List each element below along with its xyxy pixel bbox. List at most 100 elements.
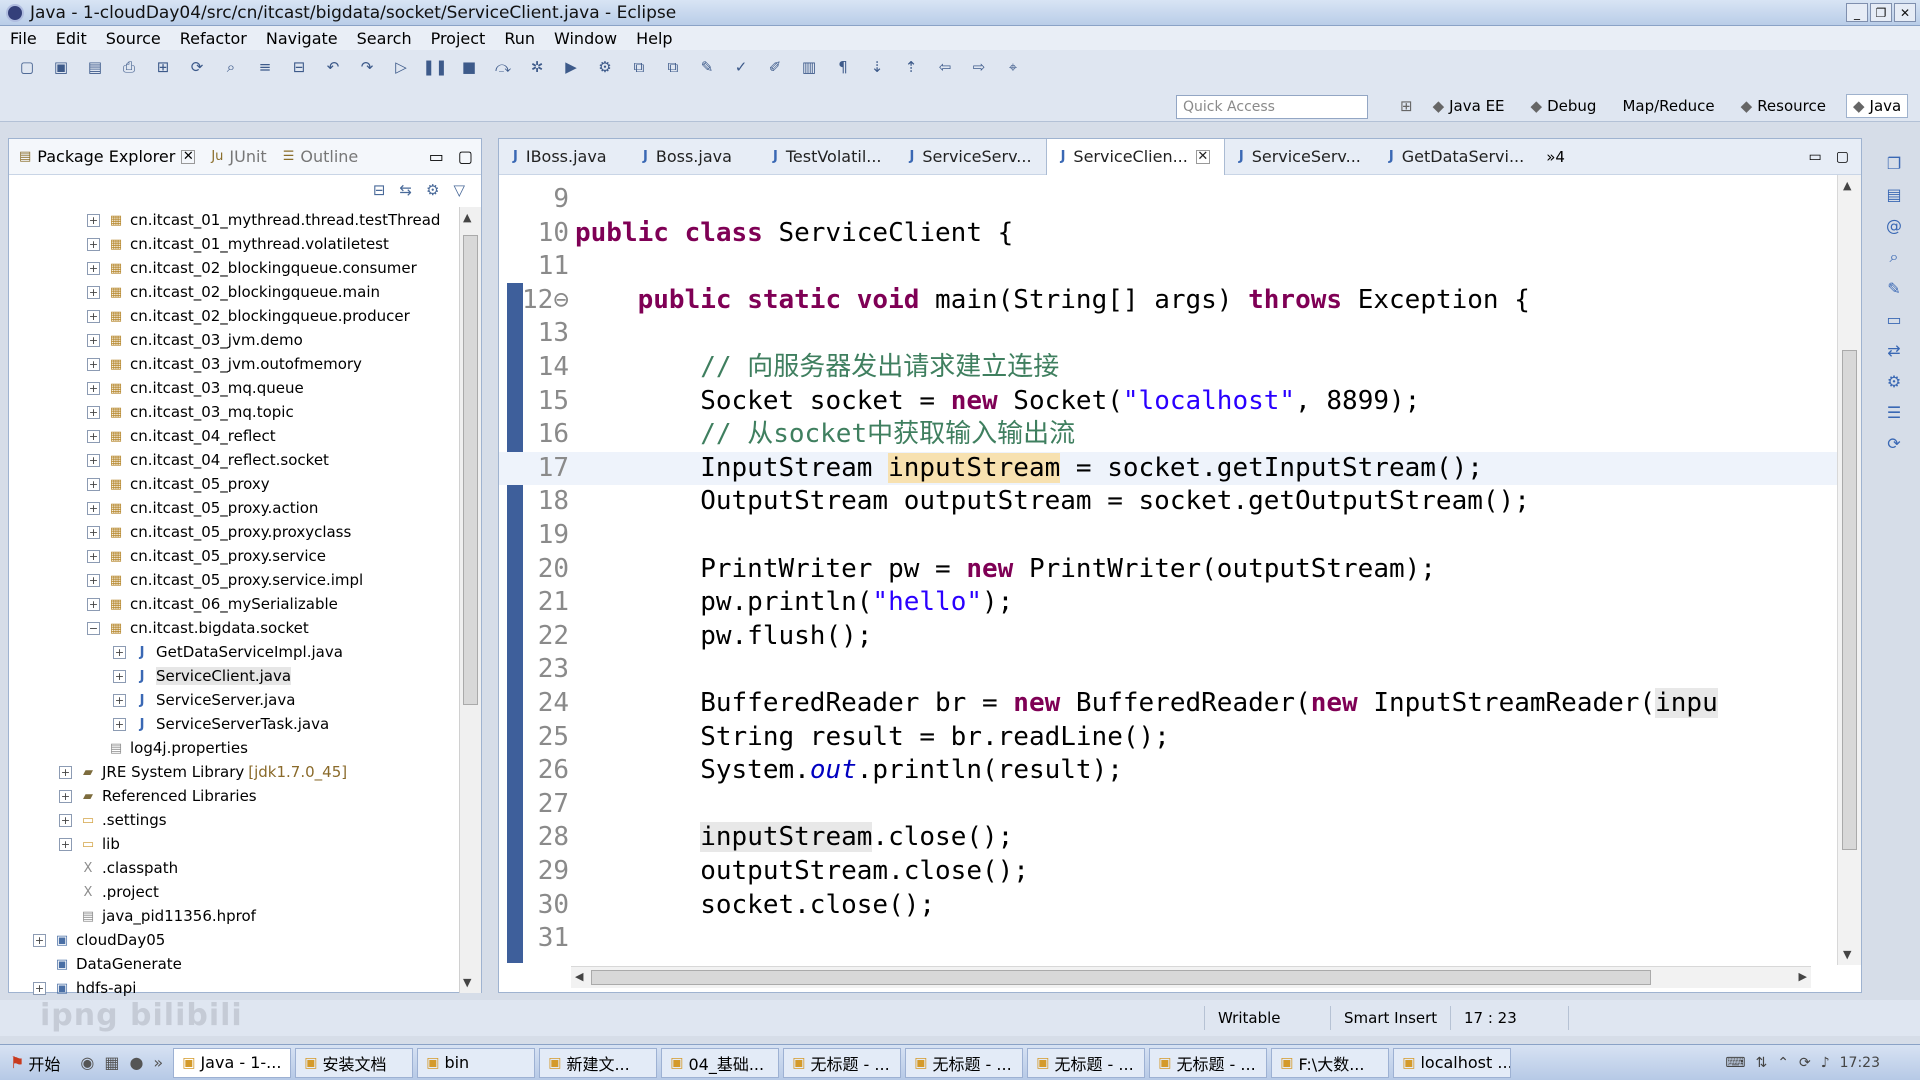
outline-icon[interactable]: ☰ <box>1887 403 1901 422</box>
refresh-icon[interactable]: ⟳ <box>184 56 210 78</box>
save-all-icon[interactable]: ▤ <box>82 56 108 78</box>
restore-icon[interactable]: ❐ <box>1887 154 1901 173</box>
scroll-up-icon[interactable]: ▲ <box>463 211 471 224</box>
tree-item[interactable]: ▤ java_pid11356.hprof <box>59 905 256 927</box>
close-button[interactable]: ✕ <box>1894 3 1916 22</box>
filter-icon[interactable]: ⚙ <box>426 181 439 199</box>
expand-icon[interactable]: + <box>87 357 100 371</box>
editor-tab[interactable]: J ServiceClien... ✕ <box>1045 138 1225 175</box>
taskbar-button[interactable]: ▣ 无标题 - ... <box>1027 1047 1146 1078</box>
editor-horizontal-scrollbar[interactable]: ◀ ▶ <box>571 966 1811 988</box>
code-line[interactable]: 12⊖ public static void main(String[] arg… <box>499 284 1839 317</box>
minimize-icon[interactable]: ▭ <box>1809 149 1822 165</box>
tree-item[interactable]: + ▭ lib <box>59 833 120 855</box>
code-line[interactable]: 13 <box>499 317 1839 350</box>
stop-icon[interactable]: ■ <box>456 56 482 78</box>
menu-item-edit[interactable]: Edit <box>56 29 87 48</box>
tree-item[interactable]: + ▦ cn.itcast_05_proxy.service <box>87 545 326 567</box>
pin-icon[interactable]: ⌖ <box>1000 56 1026 78</box>
resume-icon[interactable]: ▷ <box>388 56 414 78</box>
code-line[interactable]: 19 <box>499 519 1839 552</box>
volume-icon[interactable]: ♪ <box>1821 1055 1830 1071</box>
quick-access-input[interactable]: Quick Access <box>1176 95 1368 119</box>
taskbar-button[interactable]: ▣ 无标题 - ... <box>1149 1047 1268 1078</box>
prev-annotation-icon[interactable]: ⇡ <box>898 56 924 78</box>
taskbar-button[interactable]: ▣ 04_基础... <box>661 1047 780 1078</box>
collapse-icon[interactable]: − <box>87 621 100 635</box>
task-icon[interactable]: ✎ <box>1887 279 1900 298</box>
code-line[interactable]: 15 Socket socket = new Socket("localhost… <box>499 385 1839 418</box>
expand-icon[interactable]: + <box>87 237 100 251</box>
open-type-icon[interactable]: ⧉ <box>626 56 652 78</box>
tree-item[interactable]: + ▭ .settings <box>59 809 167 831</box>
scroll-down-icon[interactable]: ▼ <box>463 976 471 989</box>
scroll-up-icon[interactable]: ▲ <box>1843 179 1851 192</box>
search-icon[interactable]: ⌕ <box>1890 247 1899 267</box>
minimize-button[interactable]: _ <box>1846 3 1868 22</box>
editor-tab[interactable]: J Boss.java <box>629 139 759 175</box>
expand-icon[interactable]: + <box>59 813 72 827</box>
tree-scrollbar[interactable]: ▲ ▼ <box>459 207 481 993</box>
toggle-icon[interactable]: ⊟ <box>286 56 312 78</box>
editor-tab[interactable]: J ServiceServ... <box>896 139 1046 175</box>
tree-item[interactable]: + ▦ cn.itcast_04_reflect <box>87 425 276 447</box>
menu-item-run[interactable]: Run <box>504 29 535 48</box>
tree-item[interactable]: + ▰ Referenced Libraries <box>59 785 257 807</box>
mark-occurrences-icon[interactable]: ✓ <box>728 56 754 78</box>
tray-expand-icon[interactable]: ⌃ <box>1777 1055 1789 1071</box>
network-icon[interactable]: ⇅ <box>1756 1055 1768 1071</box>
editor-tab[interactable]: J ServiceServ... <box>1225 139 1375 175</box>
tree-item[interactable]: + J GetDataServiceImpl.java <box>113 641 343 663</box>
tree-item[interactable]: + ▦ cn.itcast_05_proxy.action <box>87 497 318 519</box>
tree-item[interactable]: + ▦ cn.itcast_06_mySerializable <box>87 593 338 615</box>
menu-item-search[interactable]: Search <box>357 29 412 48</box>
tree-item[interactable]: + ▦ cn.itcast_01_mythread.volatiletest <box>87 233 389 255</box>
taskbar-button[interactable]: ▣ Java - 1-... <box>173 1047 292 1078</box>
perspective-debug[interactable]: ◆ Debug <box>1525 95 1603 117</box>
code-line[interactable]: 27 <box>499 788 1839 821</box>
keyboard-icon[interactable]: ⌨ <box>1725 1055 1745 1071</box>
taskbar-button[interactable]: ▣ bin <box>417 1047 536 1078</box>
code-line[interactable]: 16 // 从socket中获取输入输出流 <box>499 418 1839 451</box>
chrome-icon[interactable]: ◉ <box>80 1053 94 1072</box>
expand-icon[interactable]: + <box>87 309 100 323</box>
menu-item-refactor[interactable]: Refactor <box>180 29 247 48</box>
new-icon[interactable]: ▢ <box>14 56 40 78</box>
format-icon[interactable]: ≡ <box>252 56 278 78</box>
scroll-right-icon[interactable]: ▶ <box>1799 970 1807 983</box>
perspective-resource[interactable]: ◆ Resource <box>1735 95 1832 117</box>
run-icon[interactable]: ▶ <box>558 56 584 78</box>
external-tools-icon[interactable]: ⚙ <box>592 56 618 78</box>
sync-icon[interactable]: ⟳ <box>1799 1055 1811 1071</box>
taskbar-button[interactable]: ▣ 无标题 - ... <box>783 1047 902 1078</box>
tree-item[interactable]: − ▦ cn.itcast.bigdata.socket <box>87 617 309 639</box>
code-line[interactable]: 18 OutputStream outputStream = socket.ge… <box>499 485 1839 518</box>
expand-icon[interactable]: + <box>33 981 46 995</box>
print-icon[interactable]: ⎙ <box>116 56 142 78</box>
annotation-icon[interactable]: ✎ <box>694 56 720 78</box>
code-line[interactable]: 10 public class ServiceClient { <box>499 217 1839 250</box>
next-annotation-icon[interactable]: ⇣ <box>864 56 890 78</box>
tab-outline[interactable]: ☰ Outline <box>283 147 359 166</box>
expand-icon[interactable]: + <box>87 213 100 227</box>
taskbar-button[interactable]: ▣ F:\大数... <box>1271 1047 1390 1078</box>
expand-icon[interactable]: + <box>87 597 100 611</box>
link-with-editor-icon[interactable]: ⇆ <box>399 181 412 199</box>
code-line[interactable]: 31 <box>499 922 1839 955</box>
expand-icon[interactable]: + <box>113 717 126 731</box>
open-perspective-icon[interactable]: ⊞ <box>1400 97 1413 115</box>
pause-icon[interactable]: ❚❚ <box>422 56 448 78</box>
perspective-map-reduce[interactable]: Map/Reduce <box>1616 95 1720 117</box>
tree-item[interactable]: + ▰ JRE System Library [jdk1.7.0_45] <box>59 761 347 783</box>
close-icon[interactable]: ✕ <box>1195 149 1210 164</box>
menu-item-project[interactable]: Project <box>431 29 486 48</box>
tree-item[interactable]: X .project <box>59 881 159 903</box>
scroll-left-icon[interactable]: ◀ <box>575 970 583 983</box>
expand-icon[interactable]: + <box>87 333 100 347</box>
code-line[interactable]: 17 InputStream inputStream = socket.getI… <box>499 451 1839 485</box>
expand-icon[interactable]: + <box>87 525 100 539</box>
more-icon[interactable]: » <box>153 1053 163 1072</box>
redo-icon[interactable]: ↷ <box>354 56 380 78</box>
code-line[interactable]: 20 PrintWriter pw = new PrintWriter(outp… <box>499 553 1839 586</box>
open-task-icon[interactable]: ⧉ <box>660 56 686 78</box>
